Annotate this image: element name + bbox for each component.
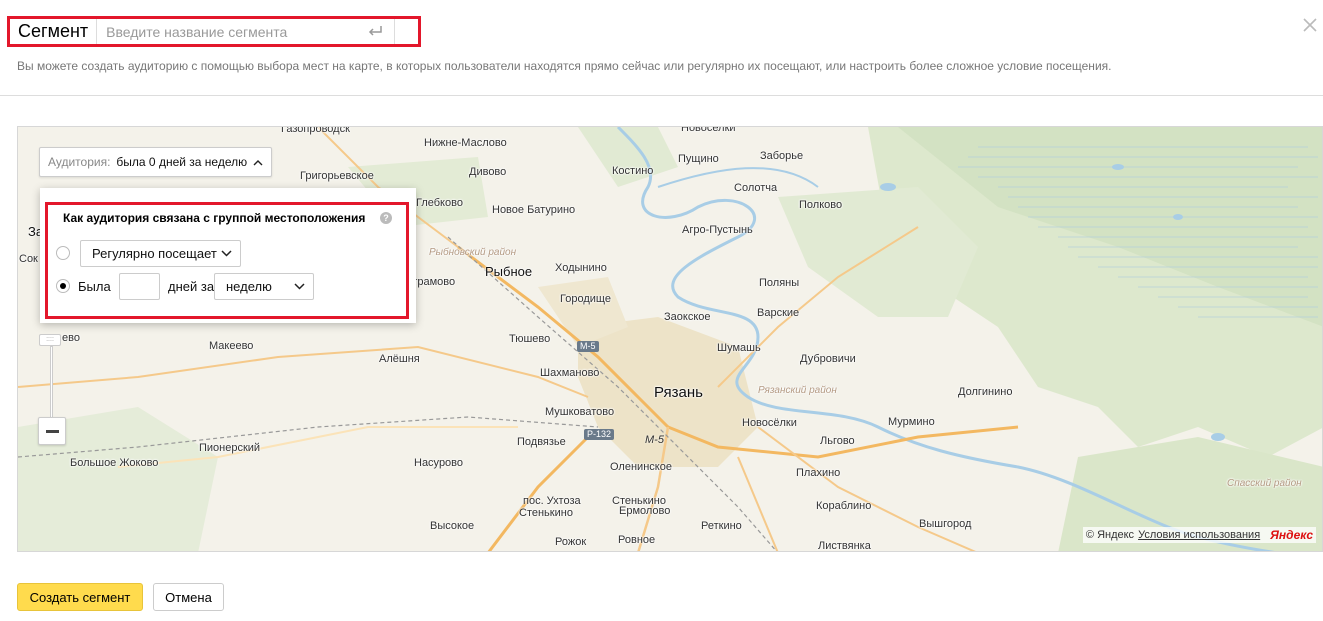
- zoom-slider-handle[interactable]: ::::: [39, 334, 61, 346]
- road-badge: М-5: [577, 341, 599, 352]
- map-label: Макеево: [209, 340, 254, 352]
- regular-visit-select-label: Регулярно посещает: [92, 246, 217, 261]
- map-label: Листвянка: [818, 540, 871, 552]
- map-label: Мурмино: [888, 416, 935, 428]
- map-label: Шумашь: [717, 342, 761, 354]
- road-badge: Р-132: [584, 429, 615, 440]
- map-label: Рыбновский район: [429, 247, 517, 258]
- map-label: Дубровичи: [800, 353, 856, 365]
- map-label: Долгинино: [958, 386, 1013, 398]
- map-label: Стенькино: [519, 507, 573, 519]
- radio-was[interactable]: [56, 279, 70, 293]
- audience-label: Аудитория:: [48, 155, 111, 169]
- segment-name-input[interactable]: [97, 19, 395, 44]
- radio-regular[interactable]: [56, 246, 70, 260]
- yandex-logo: Яндекс: [1270, 528, 1313, 542]
- copyright-text: © Яндекс: [1085, 529, 1135, 541]
- map-label: Тюшево: [509, 333, 551, 345]
- map-label: Солотча: [734, 182, 778, 194]
- map-label: Полково: [799, 199, 843, 211]
- create-segment-button[interactable]: Создать сегмент: [17, 583, 143, 611]
- map-label: Рожок: [555, 536, 587, 548]
- map-label: Ермолово: [619, 505, 671, 517]
- map-label: Газопроводск: [281, 126, 350, 135]
- road-label: М-5: [645, 434, 664, 446]
- map-label: Рыбное: [485, 264, 533, 279]
- map-label: Плахино: [796, 467, 841, 479]
- map-label: Шахманово: [540, 367, 600, 379]
- map-label: Насурово: [414, 457, 464, 469]
- map-label: Пущино: [678, 153, 719, 165]
- map-label: Костино: [612, 165, 654, 177]
- map-label: Новосёлки: [742, 417, 797, 429]
- map-label: Заокское: [664, 311, 711, 323]
- map-label: Варские: [757, 307, 800, 319]
- zoom-out-button[interactable]: [38, 417, 66, 445]
- audience-popup: Как аудитория связана с группой местопол…: [40, 188, 416, 323]
- map-label: Городище: [560, 293, 611, 305]
- map-label: Льгово: [820, 435, 855, 447]
- map-label-city: Рязань: [654, 384, 703, 401]
- period-select[interactable]: неделю: [214, 273, 314, 300]
- period-select-label: неделю: [226, 279, 272, 294]
- segment-name-field-wrap: [97, 19, 396, 44]
- map-label: Большое Жоково: [70, 457, 159, 469]
- audience-dropdown[interactable]: Аудитория: была 0 дней за неделю: [39, 147, 273, 177]
- map-label: Кораблино: [816, 500, 872, 512]
- map-label: Поляны: [759, 277, 800, 289]
- map-label: Пионерский: [199, 442, 261, 454]
- days-input[interactable]: [119, 273, 160, 300]
- map-label: ево: [62, 332, 80, 344]
- map-copyright: © Яндекс Условия использования Яндекс: [1082, 527, 1316, 543]
- map-label: Нижне-Маслово: [424, 137, 507, 149]
- regular-visit-select[interactable]: Регулярно посещает: [80, 240, 241, 267]
- chevron-up-icon: [253, 159, 263, 165]
- map-label: Сок: [19, 253, 38, 265]
- chevron-down-icon: [294, 283, 305, 290]
- map-label: Реткино: [701, 520, 742, 532]
- audience-value: была 0 дней за неделю: [116, 155, 248, 169]
- cancel-button[interactable]: Отмена: [153, 583, 224, 611]
- map-label: Рязанский район: [758, 385, 837, 396]
- map-label: Алёшня: [379, 353, 420, 365]
- chevron-down-icon: [221, 250, 232, 257]
- terms-link[interactable]: Условия использования: [1138, 529, 1260, 541]
- map-label: Высокое: [430, 520, 475, 532]
- map-label: Подвязье: [517, 436, 566, 448]
- segment-header: Сегмент: [7, 16, 421, 47]
- days-for-label: дней за: [168, 279, 215, 294]
- map-label: Ходынино: [555, 262, 607, 274]
- map[interactable]: Газопроводск Нижне-Маслово Новоселки Заб…: [17, 126, 1323, 552]
- popup-title: Как аудитория связана с группой местопол…: [63, 211, 366, 225]
- map-label: Оленинское: [610, 461, 672, 473]
- map-label: Ровное: [618, 534, 656, 546]
- was-label: Была: [78, 279, 111, 294]
- map-label: Мушковатово: [545, 406, 615, 418]
- divider: [0, 95, 1323, 96]
- close-icon[interactable]: [1299, 14, 1321, 36]
- map-label: Спасский район: [1227, 478, 1302, 489]
- map-label: Новое Батурино: [492, 204, 576, 216]
- map-label: пос. Ухтоза: [523, 495, 581, 507]
- description-text: Вы можете создать аудиторию с помощью вы…: [17, 59, 1112, 73]
- map-label: Заборье: [760, 150, 804, 162]
- help-icon[interactable]: ?: [380, 212, 392, 224]
- map-label: Агро-Пустынь: [682, 224, 753, 236]
- map-label: Глебково: [416, 197, 463, 209]
- segment-title: Сегмент: [10, 19, 98, 44]
- map-label: Вышгород: [919, 518, 972, 530]
- map-label: Григорьевское: [300, 170, 374, 182]
- map-label: Дивово: [469, 166, 507, 178]
- enter-icon[interactable]: [368, 25, 384, 37]
- map-label: Новоселки: [681, 126, 736, 134]
